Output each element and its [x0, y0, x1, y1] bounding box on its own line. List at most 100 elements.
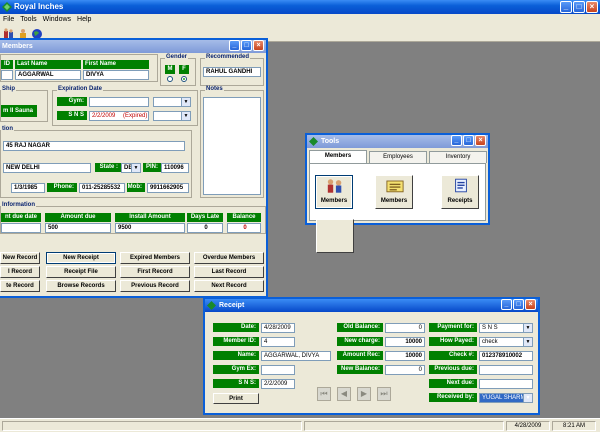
how-payed-combo[interactable]: check	[479, 337, 533, 347]
old-balance-field[interactable]: 0	[385, 323, 425, 333]
members-window-title[interactable]: Members _ □ ×	[0, 40, 266, 53]
date-label: Date:	[213, 323, 259, 332]
payment-for-combo[interactable]: S N S	[479, 323, 533, 333]
expired-badge: (Expired)	[123, 113, 148, 119]
receipt-close-button[interactable]: ×	[525, 299, 536, 310]
date-field[interactable]: 4/28/2009	[261, 323, 295, 333]
first-record-arrow[interactable]: ⏮	[317, 387, 331, 401]
gym-ex-field[interactable]	[261, 365, 295, 375]
check-field[interactable]: 012378910002	[479, 351, 533, 361]
gender-f-label: F	[179, 65, 189, 74]
mob-field[interactable]: 9911662905	[147, 183, 189, 193]
new-record-button[interactable]: New Record	[0, 252, 40, 264]
browse-records-button[interactable]: Browse Records	[46, 280, 116, 292]
old-balance-label: Old Balance:	[337, 323, 383, 332]
print-button[interactable]: Print	[213, 393, 259, 404]
sns-exp-combo[interactable]	[153, 111, 191, 121]
sns-exp-field[interactable]: 2/2/2009 (Expired)	[89, 111, 149, 121]
close-button[interactable]: ×	[586, 1, 598, 13]
state-label: State :	[95, 163, 121, 172]
members-tool-button-2[interactable]: Members	[375, 175, 413, 209]
receipt-minimize-button[interactable]: _	[501, 299, 512, 310]
install-amount-field[interactable]: 9500	[115, 223, 185, 233]
pin-field[interactable]: 110096	[161, 163, 189, 173]
receipts-tool-button[interactable]: Receipts	[441, 175, 479, 209]
gym-exp-combo[interactable]	[153, 97, 191, 107]
last-record-arrow[interactable]: ⏭	[377, 387, 391, 401]
receipt-window-title[interactable]: Receipt _ □ ×	[205, 299, 538, 312]
members-close-button[interactable]: ×	[253, 40, 264, 51]
notes-field[interactable]	[203, 97, 261, 195]
tools-window-icon	[309, 137, 318, 146]
maximize-button[interactable]: □	[573, 1, 585, 13]
receipt-file-button[interactable]: Receipt File	[46, 266, 116, 278]
previous-record-arrow[interactable]: ◀	[337, 387, 351, 401]
member-id-field[interactable]: 4	[261, 337, 295, 347]
expired-members-button[interactable]: Expired Members	[120, 252, 190, 264]
overdue-members-button[interactable]: Overdue Members	[194, 252, 264, 264]
received-by-combo[interactable]: YUGAL SHARMA	[479, 393, 533, 403]
name-field[interactable]: AGGARWAL, DIVYA	[261, 351, 331, 361]
recommended-field[interactable]: RAHUL GANDHI	[203, 67, 261, 77]
members-maximize-button[interactable]: □	[241, 40, 252, 51]
update-record-button[interactable]: te Record	[0, 280, 40, 292]
members-tool-button-1[interactable]: Members	[315, 175, 353, 209]
next-record-button[interactable]: Next Record	[194, 280, 264, 292]
gym-exp-field[interactable]	[89, 97, 149, 107]
minimize-button[interactable]: _	[560, 1, 572, 13]
tools-close-button[interactable]: ×	[475, 135, 486, 146]
amount-rec-field[interactable]: 10000	[385, 351, 425, 361]
menu-windows[interactable]: Windows	[40, 14, 74, 26]
menu-tools[interactable]: Tools	[17, 14, 39, 26]
last-name-field[interactable]: AGGARWAL	[15, 70, 81, 80]
delete-record-button[interactable]: l Record	[0, 266, 40, 278]
amount-due-field[interactable]: 500	[45, 223, 111, 233]
members-tool-button[interactable]	[316, 219, 354, 253]
tools-maximize-button[interactable]: □	[463, 135, 474, 146]
members-window: Members _ □ × ID Last Name First Name AG…	[0, 38, 268, 298]
check-label: Check #:	[429, 351, 477, 360]
next-record-arrow[interactable]: ▶	[357, 387, 371, 401]
new-receipt-button[interactable]: New Receipt	[46, 252, 116, 264]
last-name-label: Last Name	[15, 60, 81, 69]
days-late-field[interactable]: 0	[187, 223, 223, 233]
previous-due-label: Previous due:	[429, 365, 477, 374]
tools-window-title[interactable]: Tools _ □ ×	[307, 135, 488, 148]
state-combo[interactable]: DE	[121, 163, 141, 173]
id-field[interactable]	[1, 70, 13, 80]
app-title-bar[interactable]: Royal Inches _ □ ×	[0, 0, 600, 14]
gender-m-label: M	[165, 65, 175, 74]
tab-employees[interactable]: Employees	[369, 151, 427, 163]
tools-minimize-button[interactable]: _	[451, 135, 462, 146]
first-name-field[interactable]: DIVYA	[83, 70, 149, 80]
install-amount-header: Install Amount	[115, 213, 185, 222]
tab-inventory[interactable]: Inventory	[429, 151, 487, 163]
gender-f-radio[interactable]	[181, 76, 187, 82]
previous-record-button[interactable]: Previous Record	[120, 280, 190, 292]
new-balance-label: New Balance:	[337, 365, 383, 374]
status-date: 4/28/2009	[506, 421, 550, 431]
new-balance-field[interactable]: 0	[385, 365, 425, 375]
previous-due-field[interactable]	[479, 365, 533, 375]
members-minimize-button[interactable]: _	[229, 40, 240, 51]
phone-field[interactable]: 011-25285532	[79, 183, 125, 193]
last-record-button[interactable]: Last Record	[194, 266, 264, 278]
balance-field[interactable]: 0	[227, 223, 261, 233]
new-charge-field[interactable]: 10000	[385, 337, 425, 347]
menu-help[interactable]: Help	[74, 14, 94, 26]
next-due-field[interactable]	[479, 379, 533, 389]
sns-field[interactable]: 2/2/2009	[261, 379, 295, 389]
city-field[interactable]: NEW DELHI	[3, 163, 91, 173]
member-id-label: Member ID:	[213, 337, 259, 346]
due-date-field[interactable]	[1, 223, 41, 233]
tab-members[interactable]: Members	[309, 150, 367, 163]
menu-file[interactable]: File	[0, 14, 17, 26]
gender-m-radio[interactable]	[167, 76, 173, 82]
dob-field[interactable]: 1/3/1985	[11, 183, 45, 193]
membership-type[interactable]: m II Sauna	[1, 105, 37, 117]
gym-exp-label: Gym:	[57, 97, 87, 106]
address-line-field[interactable]: 45 RAJ NAGAR	[3, 141, 185, 151]
status-cell-2	[304, 421, 504, 431]
first-record-button[interactable]: First Record	[120, 266, 190, 278]
receipt-maximize-button[interactable]: □	[513, 299, 524, 310]
